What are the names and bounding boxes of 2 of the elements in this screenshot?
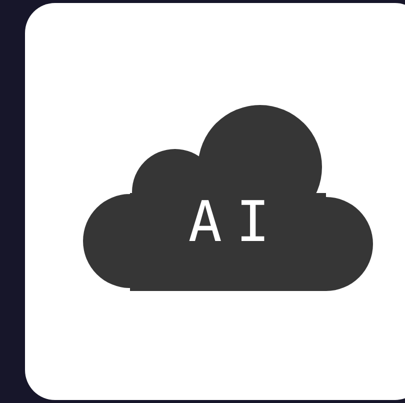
- logo-text: AI: [188, 190, 284, 255]
- cloud-icon: [83, 105, 373, 291]
